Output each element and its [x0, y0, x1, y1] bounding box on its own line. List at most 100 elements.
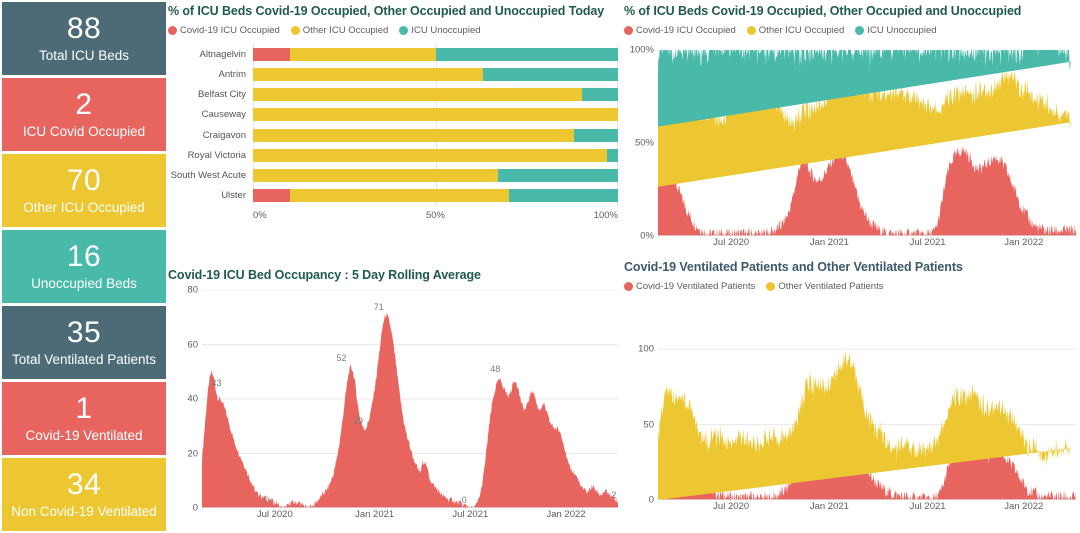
- table-row[interactable]: Craigavon: [168, 125, 618, 145]
- legend-label: Covid-19 ICU Occupied: [180, 25, 280, 36]
- chart-y-axis: 0% 50% 100%: [624, 45, 658, 242]
- bar-segment[interactable]: [508, 189, 618, 203]
- bar-segment[interactable]: [253, 128, 575, 142]
- legend-label: ICU Unoccupied: [867, 25, 937, 36]
- chart-icu-beds-history: 0% 50% 100%: [624, 45, 1076, 242]
- x-axis-tick-label: Jul 2020: [713, 501, 750, 512]
- table-row[interactable]: Causeway: [168, 105, 618, 125]
- legend-item[interactable]: Covid-19 ICU Occupied: [624, 25, 736, 36]
- kpi-card-column: 88 Total ICU Beds 2 ICU Covid Occupied 70 Oth…: [2, 2, 166, 531]
- kpi-card[interactable]: 35 Total Ventilated Patients: [2, 306, 166, 379]
- kpi-card[interactable]: 88 Total ICU Beds: [2, 2, 166, 75]
- table-row[interactable]: Ulster: [168, 186, 618, 206]
- legend-item[interactable]: Other Ventilated Patients: [766, 281, 883, 292]
- table-row[interactable]: Royal Victoria: [168, 145, 618, 165]
- chart-canvas: [202, 290, 618, 508]
- bar-category-label: Causeway: [201, 109, 246, 121]
- legend-swatch-icon: [746, 26, 756, 35]
- kpi-value: 34: [66, 468, 102, 502]
- kpi-value: 2: [75, 88, 93, 122]
- bar-segment[interactable]: [581, 88, 618, 102]
- bar-segment[interactable]: [253, 88, 582, 102]
- table-row[interactable]: South West Acute: [168, 166, 618, 186]
- panel-title-ventilated-patients: Covid-19 Ventilated Patients and Other V…: [624, 260, 963, 274]
- y-axis-tick-label: 40: [187, 393, 198, 405]
- legend-icu-beds-today: Covid-19 ICU Occupied Other ICU Occupied I…: [168, 25, 618, 36]
- table-row[interactable]: Belfast City: [168, 85, 618, 105]
- bar-segment[interactable]: [289, 47, 436, 61]
- chart-x-axis: Jul 2020 Jan 2021 Jul 2021 Jan 2022: [658, 500, 1076, 516]
- legend-swatch-icon: [855, 26, 865, 35]
- kpi-card[interactable]: 70 Other ICU Occupied: [2, 154, 166, 227]
- table-row[interactable]: Antrim: [168, 64, 618, 84]
- legend-item[interactable]: ICU Unoccupied: [399, 25, 481, 36]
- legend-item[interactable]: Other ICU Occupied: [290, 25, 388, 36]
- bar-segment[interactable]: [253, 108, 618, 122]
- kpi-label: Other ICU Occupied: [23, 199, 145, 215]
- kpi-label: Total ICU Beds: [38, 47, 130, 63]
- data-label: 48: [490, 364, 501, 375]
- x-axis-tick-label: 50%: [425, 210, 446, 221]
- chart-bar-rows: Altnagelvin Antrim Belfast City Causeway Cra…: [168, 44, 618, 206]
- bar-track: [253, 189, 618, 203]
- legend-item[interactable]: ICU Unoccupied: [855, 25, 937, 36]
- bar-segment[interactable]: [253, 189, 290, 203]
- bar-category-label: Craigavon: [202, 129, 246, 141]
- chart-y-axis: 0 50 100: [624, 334, 658, 506]
- table-row[interactable]: Altnagelvin: [168, 44, 618, 64]
- x-axis-tick-label: Jan 2022: [1004, 237, 1044, 248]
- bar-segment[interactable]: [435, 47, 618, 61]
- chart-x-axis: 0% 50% 100%: [253, 208, 618, 224]
- legend-swatch-icon: [624, 26, 633, 35]
- bar-track: [253, 148, 618, 162]
- bar-segment[interactable]: [253, 169, 498, 183]
- bar-category-label: Belfast City: [197, 89, 246, 101]
- kpi-label: Covid-19 Ventilated: [25, 427, 143, 443]
- panel-ventilated-patients: Covid-19 Ventilated Patients and Other V…: [624, 260, 1076, 530]
- kpi-value: 88: [66, 12, 102, 46]
- bar-segment[interactable]: [497, 169, 618, 183]
- x-axis-tick-label: Jan 2021: [809, 237, 849, 248]
- kpi-card[interactable]: 1 Covid-19 Ventilated: [2, 382, 166, 455]
- area-series[interactable]: [202, 313, 618, 508]
- chart-canvas: [658, 334, 1076, 500]
- legend-item[interactable]: Covid-19 Ventilated Patients: [624, 281, 755, 292]
- bar-segment[interactable]: [607, 148, 618, 162]
- bar-segment[interactable]: [253, 47, 290, 61]
- y-axis-tick-label: 100%: [629, 44, 654, 56]
- y-axis-tick-label: 20: [187, 448, 198, 459]
- chart-plot-area: [202, 290, 618, 508]
- y-axis-tick-label: 100: [638, 343, 654, 355]
- bar-track: [253, 88, 618, 102]
- chart-icu-beds-today: Altnagelvin Antrim Belfast City Causeway Cra…: [168, 44, 618, 224]
- legend-swatch-icon: [399, 26, 409, 35]
- data-label: 29: [352, 415, 364, 426]
- chart-canvas: [658, 50, 1076, 236]
- data-label: 2: [611, 489, 617, 500]
- kpi-value: 35: [66, 316, 102, 350]
- y-axis-tick-label: 60: [187, 339, 198, 350]
- legend-item[interactable]: Covid-19 ICU Occupied: [168, 25, 280, 36]
- kpi-card[interactable]: 34 Non Covid-19 Ventilated: [2, 458, 166, 531]
- panel-icu-occupancy-rolling: Covid-19 ICU Bed Occupancy : 5 Day Rolli…: [168, 268, 618, 530]
- kpi-card[interactable]: 2 ICU Covid Occupied: [2, 78, 166, 151]
- icu-dashboard: 88 Total ICU Beds 2 ICU Covid Occupied 70 Oth…: [0, 0, 1080, 533]
- bar-segment[interactable]: [289, 189, 509, 203]
- bar-segment[interactable]: [253, 148, 608, 162]
- bar-segment[interactable]: [253, 67, 483, 81]
- data-label: 0: [461, 495, 467, 505]
- y-axis-tick-label: 0: [192, 502, 198, 514]
- legend-label: Covid-19 Ventilated Patients: [636, 281, 756, 292]
- kpi-label: Unoccupied Beds: [31, 275, 137, 291]
- bar-track: [253, 108, 618, 122]
- y-axis-tick-label: 50: [643, 419, 654, 431]
- x-axis-tick-label: Jul 2020: [713, 237, 750, 248]
- legend-label: Other Ventilated Patients: [778, 281, 884, 292]
- bar-track: [253, 169, 618, 183]
- kpi-card[interactable]: 16 Unoccupied Beds: [2, 230, 166, 303]
- bar-segment[interactable]: [482, 67, 618, 81]
- legend-item[interactable]: Other ICU Occupied: [746, 25, 844, 36]
- y-axis-tick-label: 50%: [634, 137, 654, 149]
- bar-segment[interactable]: [574, 128, 618, 142]
- data-label: 0: [263, 495, 269, 505]
